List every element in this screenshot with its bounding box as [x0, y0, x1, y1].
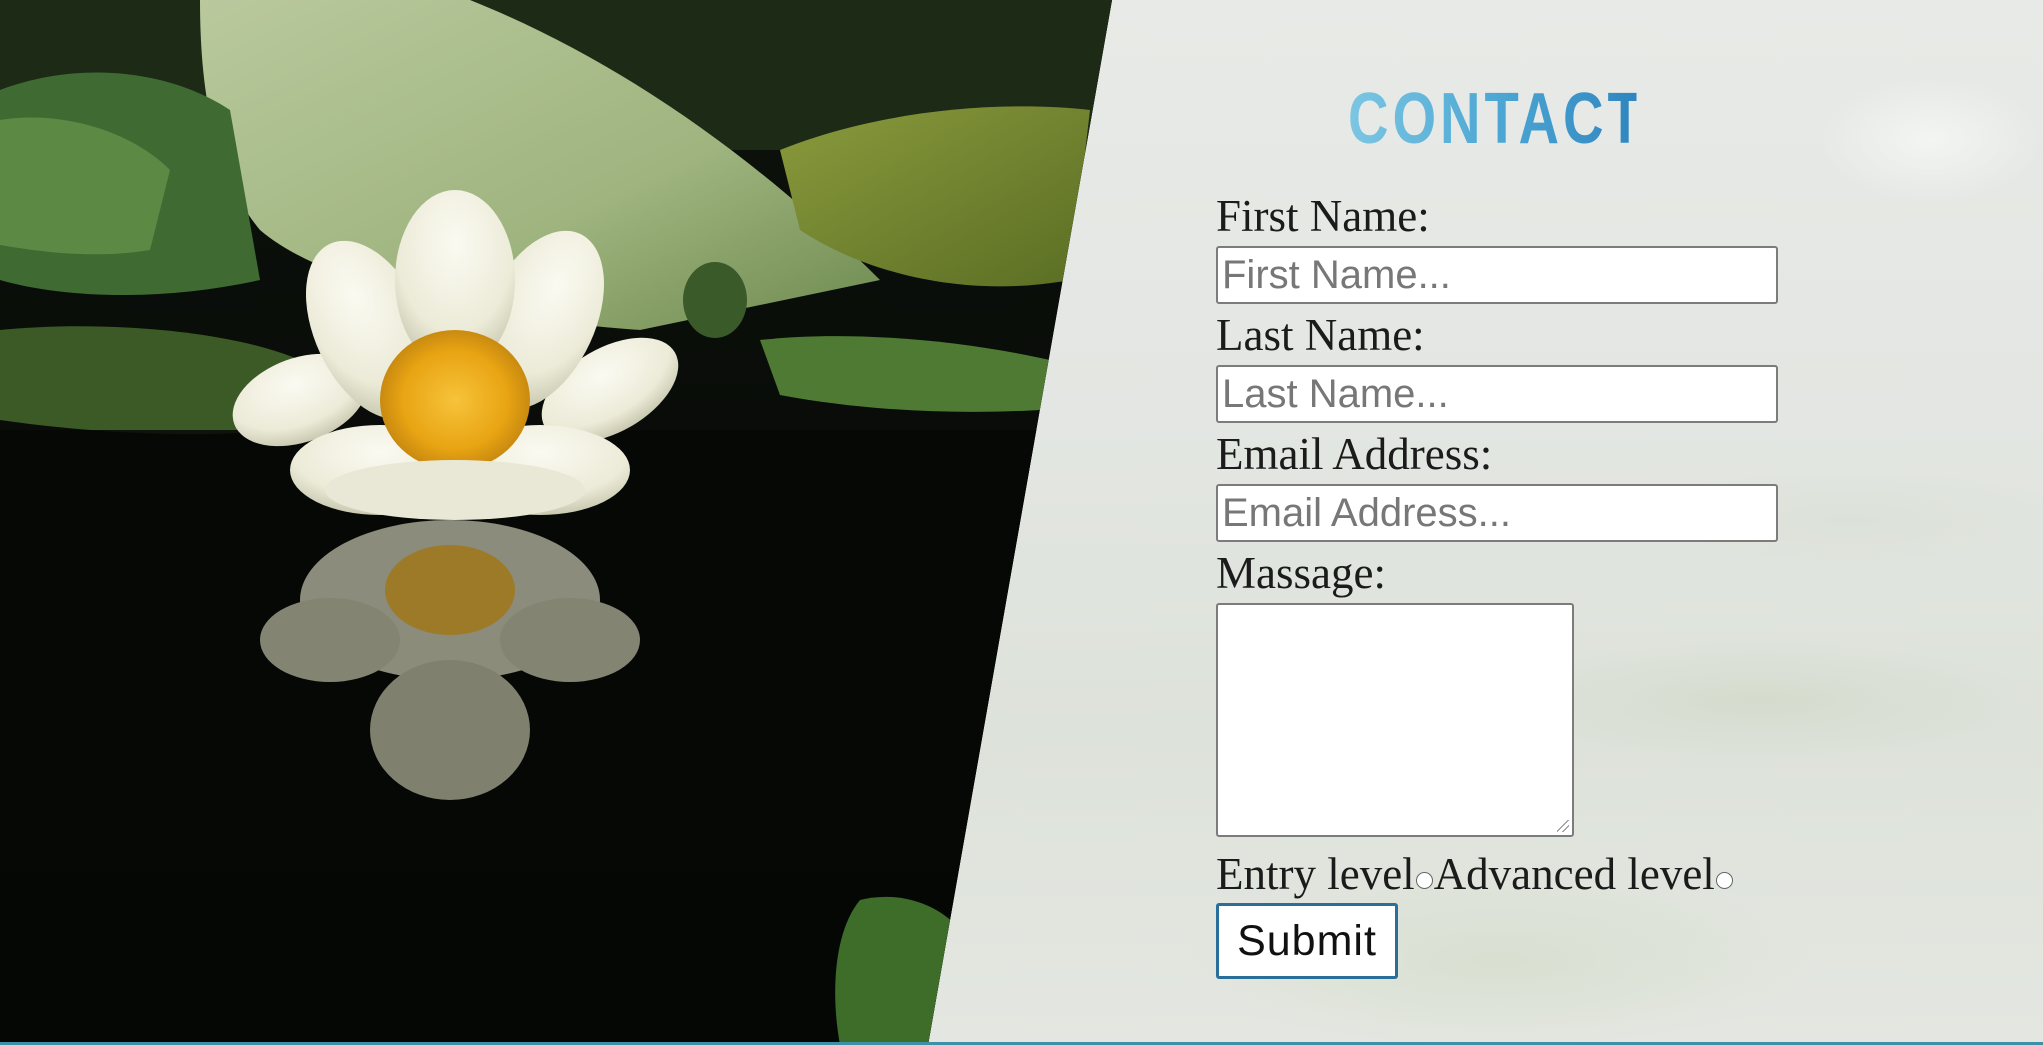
water-lily-photo	[0, 0, 1112, 1045]
first-name-label: First Name:	[1216, 191, 1430, 241]
last-name-placeholder: Last Name...	[1222, 372, 1449, 416]
last-name-label: Last Name:	[1216, 310, 1425, 360]
first-name-placeholder: First Name...	[1222, 253, 1451, 297]
submit-button[interactable]: Submit	[1216, 903, 1398, 979]
first-name-input[interactable]: First Name...	[1216, 246, 1778, 304]
resize-grip-icon[interactable]	[1557, 820, 1569, 832]
email-placeholder: Email Address...	[1222, 491, 1512, 535]
message-label: Massage:	[1216, 548, 1386, 598]
contact-page: CONTACT US First Name: First Name... Las…	[0, 0, 2043, 1045]
water-lily-illustration	[0, 0, 1112, 1045]
entry-level-label: Entry level	[1216, 849, 1415, 899]
last-name-input[interactable]: Last Name...	[1216, 365, 1778, 423]
email-label: Email Address:	[1216, 429, 1493, 479]
email-input[interactable]: Email Address...	[1216, 484, 1778, 542]
page-title: CONTACT US	[1348, 74, 1747, 164]
advanced-level-label: Advanced level	[1433, 849, 1715, 899]
advanced-level-radio[interactable]	[1715, 871, 1733, 889]
message-textarea[interactable]	[1216, 603, 1574, 837]
level-radio-group: Entry level Advanced level	[1216, 846, 1734, 902]
entry-level-radio[interactable]	[1415, 871, 1433, 889]
